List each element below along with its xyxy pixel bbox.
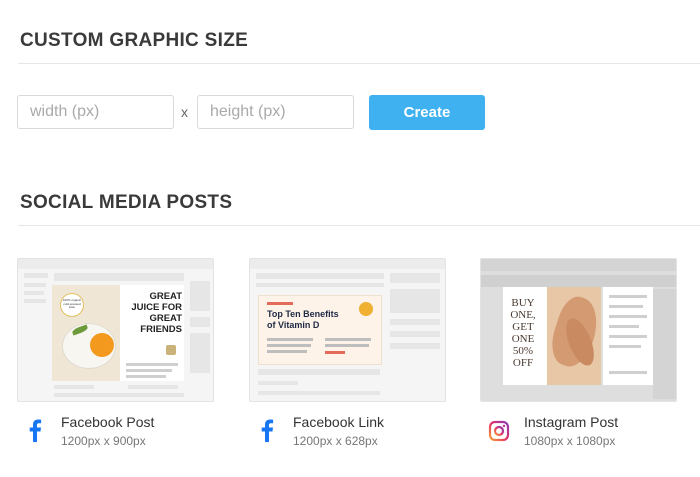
facebook-post-thumbnail[interactable]: 100% organic cold-pressed juice GREAT JU… — [17, 258, 214, 402]
custom-size-title: CUSTOM GRAPHIC SIZE — [20, 30, 249, 51]
orange-fruit — [90, 333, 114, 357]
offer-line: ONE — [511, 333, 535, 345]
instagram-post-thumbnail[interactable]: BUY ONE, GET ONE 50% OFF — [480, 258, 677, 402]
hands-photo — [547, 287, 601, 385]
offer-line: OFF — [512, 357, 534, 369]
instagram-icon — [488, 420, 510, 442]
offer-line: ONE, — [510, 309, 536, 321]
card-facebook-post[interactable]: 100% organic cold-pressed juice GREAT JU… — [17, 258, 217, 448]
bogo-offer: BUY ONE, GET ONE 50% OFF — [503, 297, 543, 369]
sun-icon — [359, 302, 373, 316]
divider — [18, 63, 700, 64]
offer-line: 50% — [512, 345, 534, 357]
size-separator: x — [181, 104, 188, 120]
organic-badge-text: 100% organic cold-pressed juice — [62, 298, 82, 309]
card-size: 1200px x 900px — [61, 434, 146, 448]
offer-line: BUY — [511, 297, 535, 309]
facebook-icon — [261, 419, 274, 442]
card-title: Facebook Link — [293, 414, 385, 430]
headline-line: Top Ten Benefits — [267, 309, 339, 319]
headline-line: GREAT — [149, 291, 182, 302]
card-title: Instagram Post — [524, 414, 619, 430]
juice-headline: GREAT JUICE FOR GREAT FRIENDS — [124, 291, 182, 335]
vitamin-headline: Top Ten Benefits of Vitamin D — [267, 309, 357, 331]
headline-line: JUICE FOR — [131, 302, 182, 313]
card-size: 1080px x 1080px — [524, 434, 616, 448]
card-size: 1200px x 628px — [293, 434, 378, 448]
social-media-title: SOCIAL MEDIA POSTS — [20, 192, 233, 213]
organic-badge: 100% organic cold-pressed juice — [60, 293, 84, 317]
card-facebook-link[interactable]: Top Ten Benefits of Vitamin D Facebook L… — [249, 258, 449, 448]
headline-line: of Vitamin D — [267, 320, 320, 330]
headline-line: FRIENDS — [140, 324, 182, 335]
card-title: Facebook Post — [61, 414, 155, 430]
card-instagram-post[interactable]: BUY ONE, GET ONE 50% OFF Instagram Post … — [480, 258, 680, 448]
headline-line: GREAT — [149, 313, 182, 324]
facebook-icon — [29, 419, 42, 442]
height-input[interactable] — [197, 95, 354, 129]
create-button[interactable]: Create — [369, 95, 485, 130]
offer-line: GET — [512, 321, 534, 333]
width-input[interactable] — [17, 95, 174, 129]
divider — [18, 225, 700, 226]
facebook-link-thumbnail[interactable]: Top Ten Benefits of Vitamin D — [249, 258, 446, 402]
